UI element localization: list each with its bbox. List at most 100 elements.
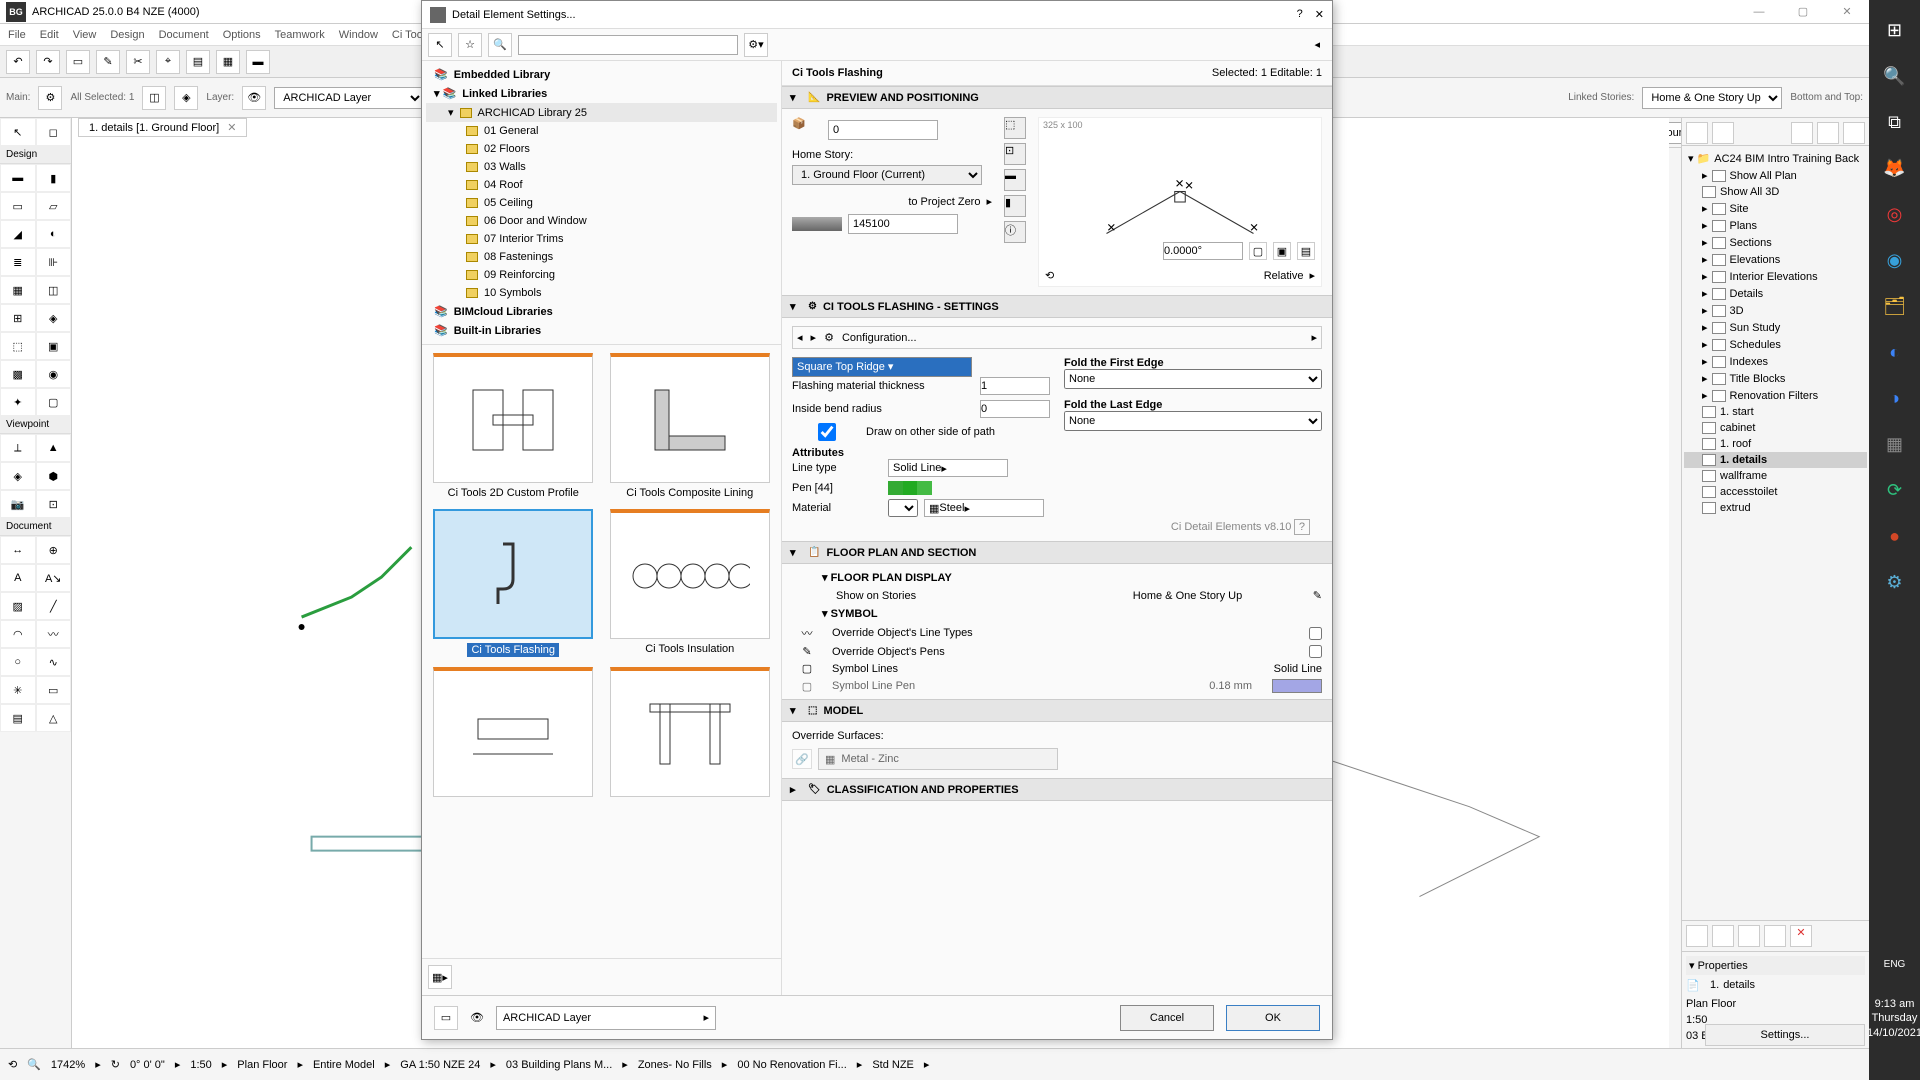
link-icon[interactable]: 🔗: [792, 749, 812, 769]
pen-swatch[interactable]: [888, 481, 932, 495]
pen-color-swatch[interactable]: [1272, 679, 1322, 693]
angle-value[interactable]: 0° 0' 0": [130, 1059, 165, 1071]
fold-last-select[interactable]: None: [1064, 411, 1322, 431]
std-value[interactable]: Std NZE: [872, 1059, 914, 1071]
tool-icon[interactable]: ▦: [216, 50, 240, 74]
layer-select[interactable]: ARCHICAD Layer: [274, 87, 424, 109]
symbol-lines-value[interactable]: Solid Line: [1274, 663, 1322, 675]
reno-value[interactable]: 00 No Renovation Fi...: [737, 1059, 846, 1071]
thumb-item[interactable]: Ci Tools 2D Custom Profile: [430, 353, 597, 499]
draw-other-side-checkbox[interactable]: [792, 423, 862, 441]
help-box-icon[interactable]: ?: [1294, 519, 1310, 535]
tree-item[interactable]: extrud: [1684, 500, 1867, 516]
nav-delete-btn[interactable]: ✕: [1790, 925, 1812, 947]
scale-value[interactable]: 1:50: [190, 1059, 211, 1071]
stair-tool[interactable]: ≣: [0, 248, 36, 276]
maximize-icon[interactable]: ▢: [1781, 0, 1825, 24]
model-value[interactable]: Entire Model: [313, 1059, 375, 1071]
symbol-header[interactable]: ▾ SYMBOL: [792, 604, 1322, 623]
mesh-tool[interactable]: ▩: [0, 360, 36, 388]
menu-window[interactable]: Window: [339, 29, 378, 41]
tree-item[interactable]: ▸ Details: [1684, 285, 1867, 302]
tree-item[interactable]: 1. roof: [1684, 436, 1867, 452]
shell-tool[interactable]: ◐: [36, 220, 72, 248]
mirror-icon[interactable]: ▤: [1297, 242, 1315, 260]
lib-folder[interactable]: 05 Ceiling: [426, 194, 777, 212]
zoom-value[interactable]: 1742%: [51, 1059, 85, 1071]
tree-item[interactable]: ▸ Interior Elevations: [1684, 268, 1867, 285]
nav-btn[interactable]: [1791, 122, 1813, 144]
cancel-button[interactable]: Cancel: [1120, 1005, 1214, 1031]
lib-folder[interactable]: 10 Symbols: [426, 284, 777, 302]
dim-input[interactable]: [828, 120, 938, 140]
detail-tool[interactable]: ⊡: [36, 490, 72, 518]
elevation-tool[interactable]: ▲: [36, 434, 72, 462]
nav-bottom-btn[interactable]: [1686, 925, 1708, 947]
thumb-item[interactable]: Ci Tools Composite Lining: [607, 353, 774, 499]
navigator-tree[interactable]: ▾ 📁 AC24 BIM Intro Training Back ▸ Show …: [1682, 146, 1869, 920]
linked-stories-select[interactable]: Home & One Story Up: [1642, 87, 1782, 109]
fp-display-header[interactable]: ▾ FLOOR PLAN DISPLAY: [792, 568, 1322, 587]
override-pen-checkbox[interactable]: [1309, 645, 1322, 658]
search-icon[interactable]: 🔍: [1873, 54, 1917, 98]
tool-icon[interactable]: ✂: [126, 50, 150, 74]
view-side-icon[interactable]: ▮: [1004, 195, 1026, 217]
circle-tool[interactable]: ○: [0, 648, 36, 676]
lib-folder[interactable]: 01 General: [426, 122, 777, 140]
eye-icon[interactable]: 👁: [242, 86, 266, 110]
settings-icon[interactable]: ⚙: [1873, 560, 1917, 604]
thumb-item[interactable]: [430, 667, 597, 801]
spline-tool[interactable]: ∿: [36, 648, 72, 676]
dialog-close-icon[interactable]: ✕: [1315, 8, 1324, 21]
nav-btn[interactable]: [1686, 122, 1708, 144]
tree-root[interactable]: ▾ 📁 AC24 BIM Intro Training Back: [1684, 150, 1867, 167]
lib-builtin[interactable]: 📚 Built-in Libraries: [426, 321, 777, 340]
edge-icon[interactable]: ◉: [1873, 238, 1917, 282]
tree-item[interactable]: ▸ 3D: [1684, 302, 1867, 319]
tool-icon[interactable]: ▭: [66, 50, 90, 74]
task-view-icon[interactable]: ⧉: [1873, 100, 1917, 144]
tool-icon[interactable]: ✎: [96, 50, 120, 74]
label-tool[interactable]: A↘: [36, 564, 72, 592]
library-tree[interactable]: 📚 Embedded Library ▾ 📚 Linked Libraries …: [422, 61, 781, 344]
lib-folder[interactable]: 09 Reinforcing: [426, 266, 777, 284]
lib-folder[interactable]: 04 Roof: [426, 176, 777, 194]
settings-section-header[interactable]: ▾⚙ CI TOOLS FLASHING - SETTINGS: [782, 295, 1332, 318]
vivaldi-icon[interactable]: ◎: [1873, 192, 1917, 236]
nav-bottom-btn[interactable]: [1712, 925, 1734, 947]
arrow-tool[interactable]: ↖: [0, 118, 36, 146]
design-section[interactable]: Design: [0, 146, 71, 164]
tree-item[interactable]: 1. start: [1684, 404, 1867, 420]
material-select[interactable]: ▦ Steel ▸: [924, 499, 1044, 517]
profile-select[interactable]: Square Top Ridge ▾: [792, 357, 972, 377]
text-tool[interactable]: A: [0, 564, 36, 592]
menu-view[interactable]: View: [73, 29, 97, 41]
menu-file[interactable]: File: [8, 29, 26, 41]
zones-value[interactable]: Zones- No Fills: [638, 1059, 712, 1071]
mirror-icon[interactable]: ▢: [1249, 242, 1267, 260]
mirror-icon[interactable]: ▣: [1273, 242, 1291, 260]
door-tool[interactable]: ◫: [36, 276, 72, 304]
home-story-select[interactable]: 1. Ground Floor (Current): [792, 165, 982, 185]
geometry-icon[interactable]: ◫: [142, 86, 166, 110]
sync-icon[interactable]: ⟳: [1873, 468, 1917, 512]
view-settings-button[interactable]: Settings...: [1705, 1024, 1865, 1046]
level-tool[interactable]: ⊕: [36, 536, 72, 564]
tree-item[interactable]: accesstoilet: [1684, 484, 1867, 500]
opening-tool[interactable]: ▢: [36, 388, 72, 416]
fill-tool[interactable]: ▨: [0, 592, 36, 620]
tool-icon[interactable]: ⌖: [156, 50, 180, 74]
curtain-wall-tool[interactable]: ▦: [0, 276, 36, 304]
lib-embedded[interactable]: 📚 Embedded Library: [426, 65, 777, 84]
powerpoint-icon[interactable]: ●: [1873, 514, 1917, 558]
undo-icon[interactable]: ↶: [6, 50, 30, 74]
thumb-item-selected[interactable]: Ci Tools Flashing: [430, 509, 597, 657]
fold-first-select[interactable]: None: [1064, 369, 1322, 389]
nav-btn[interactable]: [1843, 122, 1865, 144]
dlg-search-icon[interactable]: 🔍: [488, 33, 512, 57]
tree-item[interactable]: ▸ Plans: [1684, 217, 1867, 234]
viewpoint-section[interactable]: Viewpoint: [0, 416, 71, 434]
3d-tool[interactable]: ⬢: [36, 462, 72, 490]
app-icon-1[interactable]: ◐: [1873, 330, 1917, 374]
configuration-button[interactable]: Configuration...: [842, 332, 1304, 344]
